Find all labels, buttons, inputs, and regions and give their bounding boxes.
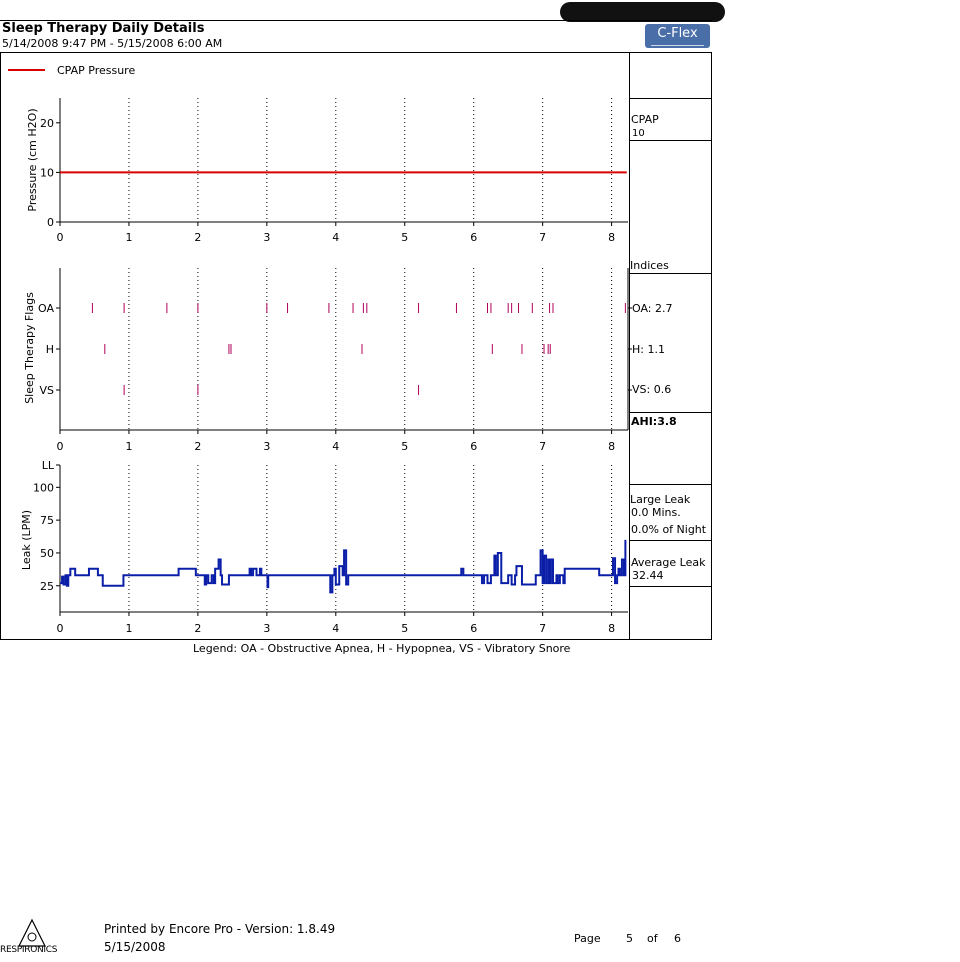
pressure-y-axis-label: Pressure (cm H2O)	[26, 108, 39, 211]
respironics-logo: RESPIRONICS	[0, 918, 72, 962]
leak-y-tick-label: 100	[33, 481, 54, 494]
leak-y-tick-label: LL	[42, 459, 55, 472]
print-date: 5/15/2008	[104, 940, 166, 954]
printed-by: Printed by Encore Pro - Version: 1.8.49	[104, 922, 336, 936]
pressure-x-tick-label: 0	[57, 231, 64, 244]
leak-y-axis-label: Leak (LPM)	[20, 510, 33, 570]
page-total: 6	[674, 932, 681, 945]
leak-x-tick-label: 2	[194, 622, 201, 635]
flags-x-tick-label: 4	[332, 440, 339, 453]
flags-y-tick-label: OA	[38, 302, 54, 315]
leak-x-tick-label: 0	[57, 622, 64, 635]
leak-x-tick-label: 1	[125, 622, 132, 635]
pressure-x-tick-label: 7	[539, 231, 546, 244]
respironics-logo-text: RESPIRONICS	[0, 945, 58, 955]
pressure-x-tick-label: 3	[263, 231, 270, 244]
pressure-y-tick-label: 0	[47, 216, 54, 229]
pressure-x-tick-label: 6	[470, 231, 477, 244]
flags-x-tick-label: 8	[608, 440, 615, 453]
pressure-x-tick-label: 8	[608, 231, 615, 244]
flags-y-tick-label: H	[46, 343, 54, 356]
flags-x-tick-label: 5	[401, 440, 408, 453]
page-number: 5	[626, 932, 633, 945]
pressure-x-tick-label: 5	[401, 231, 408, 244]
flags-x-tick-label: 1	[125, 440, 132, 453]
pressure-x-tick-label: 4	[332, 231, 339, 244]
pressure-y-tick-label: 10	[40, 166, 54, 179]
page-of-label: of	[647, 932, 658, 945]
leak-line	[60, 539, 627, 594]
pressure-y-tick-label: 20	[40, 117, 54, 130]
pressure-x-tick-label: 1	[125, 231, 132, 244]
flags-y-axis-label: Sleep Therapy Flags	[23, 292, 36, 404]
leak-x-tick-label: 4	[332, 622, 339, 635]
flags-x-tick-label: 3	[263, 440, 270, 453]
flags-x-tick-label: 7	[539, 440, 546, 453]
leak-y-tick-label: 50	[40, 547, 54, 560]
page-label: Page	[574, 932, 601, 945]
leak-x-tick-label: 6	[470, 622, 477, 635]
leak-y-tick-label: 75	[40, 514, 54, 527]
leak-x-tick-label: 3	[263, 622, 270, 635]
leak-x-tick-label: 8	[608, 622, 615, 635]
leak-x-tick-label: 5	[401, 622, 408, 635]
flags-x-tick-label: 6	[470, 440, 477, 453]
flags-y-tick-label: VS	[39, 384, 54, 397]
leak-x-tick-label: 7	[539, 622, 546, 635]
pressure-x-tick-label: 2	[194, 231, 201, 244]
therapy-charts: 0 1 2 3 4 5 6 7 801020Pressure (cm H2O)0 1 2 3 4 5 6 7 8…	[20, 98, 632, 635]
flags-x-tick-label: 2	[194, 440, 201, 453]
flags-x-tick-label: 0	[57, 440, 64, 453]
leak-y-tick-label: 25	[40, 580, 54, 593]
